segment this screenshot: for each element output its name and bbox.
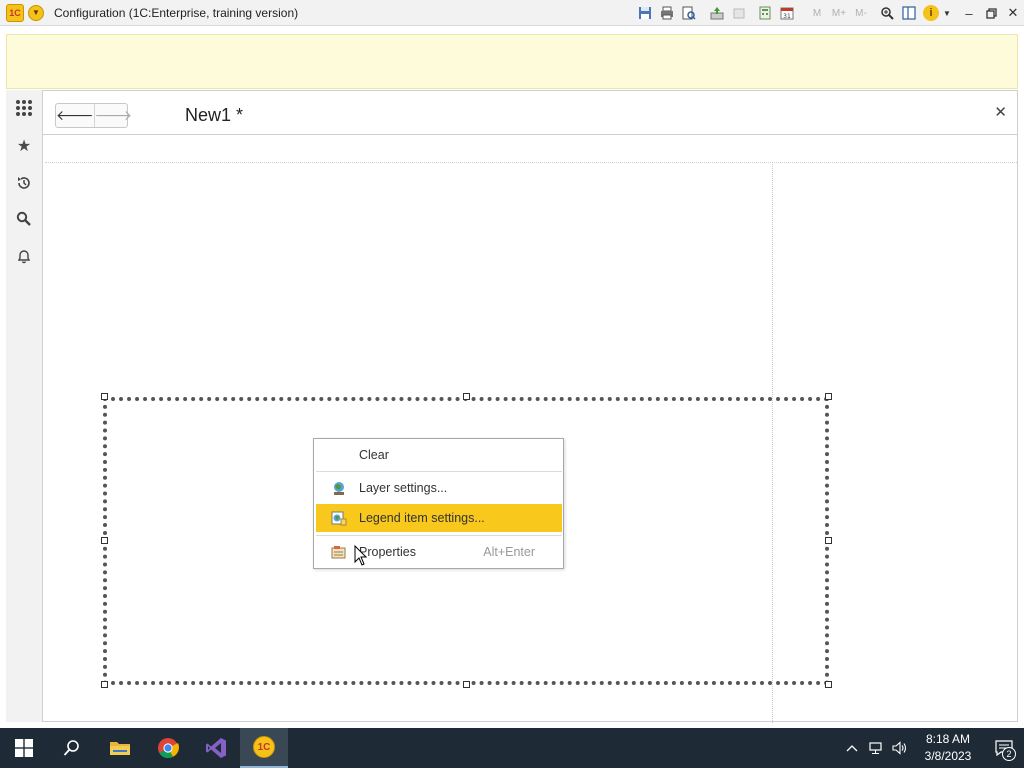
clock-date: 3/8/2023 (924, 749, 972, 763)
forward-arrow-icon[interactable]: 🡒 (93, 104, 132, 127)
header-divider (43, 134, 1017, 135)
file-explorer-icon[interactable] (96, 728, 144, 768)
window-title-bar: 1С ▼ Configuration (1C:Enterprise, train… (0, 0, 1024, 26)
document-icon[interactable] (728, 2, 750, 24)
print-icon[interactable] (656, 2, 678, 24)
menu-separator (316, 535, 562, 536)
network-icon[interactable] (864, 741, 888, 755)
navigation-buttons: 🡐 🡒 (55, 103, 132, 128)
action-center-icon[interactable]: 2 (984, 728, 1024, 768)
resize-handle-top-left[interactable] (101, 393, 108, 400)
calculator-icon[interactable] (754, 2, 776, 24)
resize-handle-top-right[interactable] (825, 393, 832, 400)
history-icon[interactable] (13, 172, 35, 194)
close-document-icon[interactable]: ✕ (994, 103, 1007, 121)
svg-text:31: 31 (783, 13, 791, 20)
info-icon[interactable]: i (923, 5, 939, 21)
taskbar-search-icon[interactable] (48, 728, 96, 768)
resize-handle-bottom-right[interactable] (825, 681, 832, 688)
message-panel (6, 34, 1018, 89)
menu-separator (316, 471, 562, 472)
m-plus-icon[interactable]: M+ (828, 2, 850, 24)
document-title: New1 * (185, 105, 244, 125)
system-tray: 8:18 AM 3/8/2023 2 (840, 728, 1024, 768)
visual-studio-icon[interactable] (192, 728, 240, 768)
properties-icon (331, 544, 347, 560)
sections-sidebar: ★ (6, 90, 43, 722)
menu-item-legend-item-settings[interactable]: Legend item settings... (316, 504, 562, 532)
menu-item-shortcut: Alt+Enter (483, 545, 535, 559)
system-clock[interactable]: 8:18 AM 3/8/2023 (912, 731, 984, 765)
resize-handle-left[interactable] (101, 537, 108, 544)
resize-handle-right[interactable] (825, 537, 832, 544)
menu-item-clear[interactable]: Clear (316, 441, 562, 469)
search-icon[interactable] (13, 208, 35, 230)
main-menu-button[interactable]: ▼ (28, 4, 44, 21)
chevron-up-icon[interactable] (840, 744, 864, 752)
m-icon[interactable]: M (806, 2, 828, 24)
title-toolbar: 31 M M+ M- i ▼ – ✕ (634, 0, 1024, 26)
favorites-star-icon[interactable]: ★ (13, 135, 35, 157)
notification-count-badge: 2 (1002, 747, 1016, 761)
chevron-down-icon[interactable]: ▼ (942, 2, 952, 24)
close-window-button[interactable]: ✕ (1002, 2, 1024, 24)
menu-item-label: Clear (359, 448, 389, 462)
resize-handle-bottom-left[interactable] (101, 681, 108, 688)
apps-grid-icon[interactable] (13, 97, 35, 119)
menu-item-label: Layer settings... (359, 481, 448, 495)
m-minus-icon[interactable]: M- (850, 2, 872, 24)
save-icon[interactable] (634, 2, 656, 24)
resize-handle-top[interactable] (463, 393, 470, 400)
chrome-browser-icon[interactable] (144, 728, 192, 768)
print-preview-icon[interactable] (678, 2, 700, 24)
restore-button[interactable] (980, 2, 1002, 24)
document-window: 🡐 🡒 New1 * ✕ (43, 90, 1018, 723)
legend-settings-icon (331, 510, 347, 526)
minimize-button[interactable]: – (958, 2, 980, 24)
zoom-icon[interactable] (876, 2, 898, 24)
context-menu: Clear Layer settings... Legend item sett… (313, 438, 564, 569)
globe-layers-icon (331, 480, 347, 496)
upload-icon[interactable] (706, 2, 728, 24)
taskbar-1c-enterprise-app[interactable]: 1С (240, 728, 288, 768)
windows-start-icon[interactable] (0, 728, 48, 768)
menu-item-layer-settings[interactable]: Layer settings... (316, 474, 562, 502)
windows-taskbar: 1С 8:18 AM 3/8/2023 2 (0, 728, 1024, 768)
1c-app-icon: 1С (253, 736, 275, 758)
volume-icon[interactable] (888, 741, 912, 755)
clock-time: 8:18 AM (925, 732, 971, 746)
back-arrow-icon[interactable]: 🡐 (56, 104, 94, 127)
window-title: Configuration (1C:Enterprise, training v… (54, 5, 299, 20)
menu-item-properties[interactable]: Properties Alt+Enter (316, 538, 562, 566)
calendar-icon[interactable]: 31 (776, 2, 798, 24)
mouse-pointer-icon (354, 544, 368, 570)
panels-icon[interactable] (898, 2, 920, 24)
resize-handle-bottom[interactable] (463, 681, 470, 688)
app-logo-icon: 1С (6, 3, 24, 22)
menu-item-label: Legend item settings... (359, 511, 485, 525)
notifications-bell-icon[interactable] (13, 245, 35, 267)
